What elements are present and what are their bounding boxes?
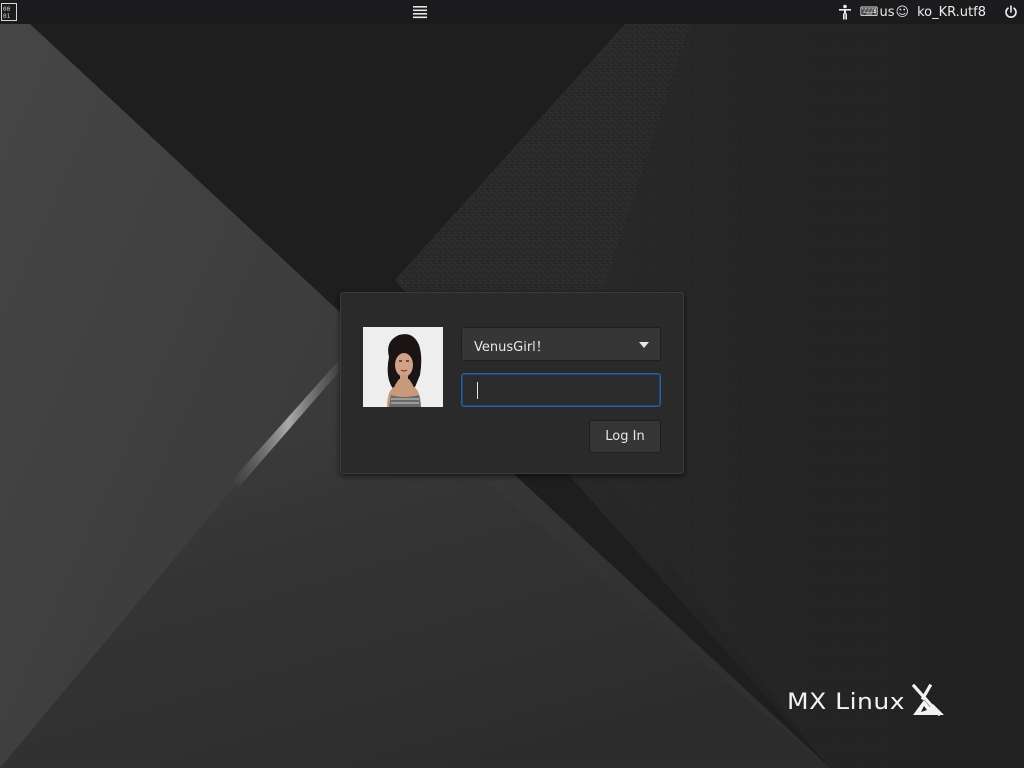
keyboard-icon: ⌨ — [859, 4, 879, 20]
keyboard-layout-label: us — [879, 4, 895, 20]
chevron-down-icon — [639, 342, 649, 348]
power-indicator[interactable] — [1004, 0, 1018, 24]
power-icon — [1005, 5, 1017, 18]
password-field-wrapper — [461, 373, 661, 407]
smiley-icon: ☺ — [895, 4, 910, 20]
accessibility-indicator[interactable] — [838, 0, 852, 24]
password-field[interactable] — [462, 374, 660, 406]
logo-text: MX Linux — [787, 688, 906, 715]
top-panel: 00 01 ⌨ us ☺ ko_KR.utf8 — [0, 0, 1024, 24]
language-indicator[interactable]: ☺ ko_KR.utf8 — [895, 0, 987, 24]
svg-text:01: 01 — [3, 13, 11, 20]
binary-clock-icon[interactable]: 00 01 — [1, 3, 17, 21]
avatar-photo — [363, 327, 443, 407]
svg-text:00: 00 — [3, 6, 11, 13]
hamburger-menu-icon[interactable] — [411, 3, 429, 21]
accessibility-icon — [838, 4, 851, 20]
user-avatar — [363, 327, 443, 407]
mx-linux-logo: MX Linux — [787, 684, 945, 717]
user-selector[interactable]: VenusGirl！ — [461, 327, 661, 361]
mx-logo-icon — [911, 684, 945, 716]
keyboard-layout-indicator[interactable]: ⌨ us — [860, 0, 895, 24]
indicator-area: ⌨ us ☺ ko_KR.utf8 — [838, 0, 1018, 24]
login-button[interactable]: Log In — [589, 420, 661, 453]
login-panel: VenusGirl！ Log In — [340, 292, 684, 474]
language-label: ko_KR.utf8 — [917, 4, 986, 20]
text-caret — [477, 382, 478, 399]
user-name: VenusGirl！ — [474, 340, 549, 355]
